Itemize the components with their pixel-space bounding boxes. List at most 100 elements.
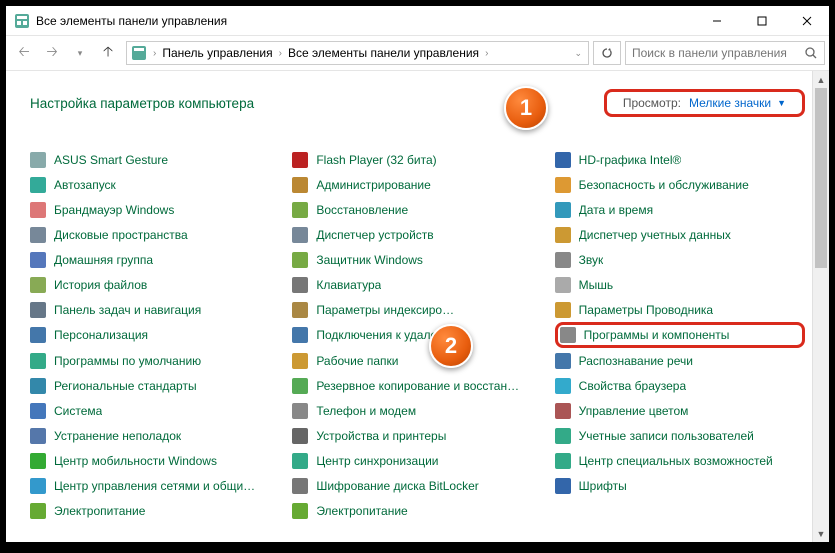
- cpl-item-icon: [30, 378, 46, 394]
- cpl-item[interactable]: Домашняя группа: [30, 247, 280, 272]
- cpl-item[interactable]: История файлов: [30, 272, 280, 297]
- cpl-item-label: Брандмауэр Windows: [54, 203, 174, 217]
- breadcrumb-current[interactable]: Все элементы панели управления: [284, 46, 483, 60]
- cpl-item-icon: [30, 453, 46, 469]
- cpl-item[interactable]: Восстановление: [292, 197, 542, 222]
- cpl-item[interactable]: Система: [30, 398, 280, 423]
- cpl-item-label: Домашняя группа: [54, 253, 153, 267]
- cpl-item-icon: [555, 252, 571, 268]
- cpl-item-icon: [292, 403, 308, 419]
- cpl-item-icon: [555, 202, 571, 218]
- search-icon[interactable]: [804, 46, 818, 60]
- address-bar[interactable]: › Панель управления › Все элементы панел…: [126, 41, 589, 65]
- cpl-item[interactable]: Дата и время: [555, 197, 805, 222]
- cpl-item[interactable]: Безопасность и обслуживание: [555, 172, 805, 197]
- cpl-item[interactable]: Автозапуск: [30, 172, 280, 197]
- address-dropdown-icon[interactable]: ⌄: [572, 48, 584, 59]
- cpl-item[interactable]: Управление цветом: [555, 398, 805, 423]
- crumb-sep-icon[interactable]: ›: [151, 48, 158, 59]
- cpl-item-icon: [292, 202, 308, 218]
- cpl-item[interactable]: Устранение неполадок: [30, 423, 280, 448]
- cpl-item[interactable]: HD-графика Intel®: [555, 147, 805, 172]
- minimize-button[interactable]: [694, 6, 739, 35]
- cpl-item[interactable]: Диспетчер учетных данных: [555, 222, 805, 247]
- cpl-item[interactable]: Свойства браузера: [555, 373, 805, 398]
- cpl-item-icon: [292, 327, 308, 343]
- cpl-item-icon: [30, 277, 46, 293]
- cpl-item-label: Центр управления сетями и общи…: [54, 479, 255, 493]
- up-button[interactable]: 🡡: [94, 39, 122, 67]
- cpl-item[interactable]: Резервное копирование и восстан…: [292, 373, 542, 398]
- cpl-item[interactable]: Программы и компоненты: [555, 322, 805, 348]
- cpl-item-icon: [555, 152, 571, 168]
- crumb-sep-icon[interactable]: ›: [483, 48, 490, 59]
- cpl-item-icon: [555, 277, 571, 293]
- refresh-button[interactable]: [593, 41, 621, 65]
- cpl-item-icon: [555, 177, 571, 193]
- chevron-down-icon: ▼: [777, 98, 786, 108]
- search-box[interactable]: [625, 41, 825, 65]
- cpl-item[interactable]: Рабочие папки: [292, 348, 542, 373]
- cpl-item[interactable]: Защитник Windows: [292, 247, 542, 272]
- cpl-item[interactable]: Центр мобильности Windows: [30, 448, 280, 473]
- cpl-item[interactable]: Региональные стандарты: [30, 373, 280, 398]
- forward-button[interactable]: 🡢: [38, 39, 66, 67]
- cpl-item[interactable]: Электропитание: [30, 498, 280, 523]
- cpl-item-icon: [30, 302, 46, 318]
- crumb-sep-icon[interactable]: ›: [277, 48, 284, 59]
- cpl-item-label: Распознавание речи: [579, 354, 693, 368]
- cpl-item[interactable]: Персонализация: [30, 322, 280, 347]
- cpl-item[interactable]: Программы по умолчанию: [30, 348, 280, 373]
- cpl-item[interactable]: Flash Player (32 бита): [292, 147, 542, 172]
- back-button[interactable]: 🡠: [10, 39, 38, 67]
- cpl-item[interactable]: Администрирование: [292, 172, 542, 197]
- cpl-item-label: Автозапуск: [54, 178, 116, 192]
- cpl-item-icon: [30, 202, 46, 218]
- cpl-item[interactable]: Центр управления сетями и общи…: [30, 473, 280, 498]
- cpl-item[interactable]: Подключения к удале…: [292, 322, 542, 347]
- cpl-item[interactable]: Учетные записи пользователей: [555, 423, 805, 448]
- close-button[interactable]: [784, 6, 829, 35]
- breadcrumb-root[interactable]: Панель управления: [158, 46, 276, 60]
- cpl-item-label: Панель задач и навигация: [54, 303, 201, 317]
- cpl-item[interactable]: Брандмауэр Windows: [30, 197, 280, 222]
- maximize-button[interactable]: [739, 6, 784, 35]
- cpl-item-label: Звук: [579, 253, 604, 267]
- cpl-item[interactable]: Параметры индексиро…: [292, 297, 542, 322]
- cpl-item-label: Электропитание: [54, 504, 145, 518]
- view-mode-button[interactable]: Просмотр: Мелкие значки ▼: [604, 89, 805, 117]
- scroll-up-button[interactable]: ▲: [813, 71, 829, 88]
- cpl-item-label: История файлов: [54, 278, 147, 292]
- cpl-item-label: Учетные записи пользователей: [579, 429, 754, 443]
- cpl-item[interactable]: Центр синхронизации: [292, 448, 542, 473]
- scroll-thumb[interactable]: [815, 88, 827, 268]
- cpl-item[interactable]: Шрифты: [555, 473, 805, 498]
- cpl-item[interactable]: Диспетчер устройств: [292, 222, 542, 247]
- cpl-item[interactable]: Мышь: [555, 272, 805, 297]
- control-panel-icon: [14, 13, 30, 29]
- cpl-item[interactable]: Шифрование диска BitLocker: [292, 473, 542, 498]
- cpl-item[interactable]: ASUS Smart Gesture: [30, 147, 280, 172]
- cpl-item[interactable]: Электропитание: [292, 498, 542, 523]
- recent-button[interactable]: ▾: [66, 39, 94, 67]
- cpl-item-label: Программы и компоненты: [584, 328, 730, 342]
- cpl-item[interactable]: Центр специальных возможностей: [555, 448, 805, 473]
- cpl-item[interactable]: Звук: [555, 247, 805, 272]
- cpl-item-icon: [30, 503, 46, 519]
- cpl-item[interactable]: Устройства и принтеры: [292, 423, 542, 448]
- cpl-item-icon: [555, 302, 571, 318]
- cpl-item[interactable]: Параметры Проводника: [555, 297, 805, 322]
- scroll-down-button[interactable]: ▼: [813, 525, 829, 542]
- cpl-item[interactable]: Дисковые пространства: [30, 222, 280, 247]
- cpl-item-label: Клавиатура: [316, 278, 381, 292]
- cpl-item-icon: [30, 353, 46, 369]
- cpl-item-label: Дисковые пространства: [54, 228, 188, 242]
- cpl-item-label: Дата и время: [579, 203, 653, 217]
- cpl-item[interactable]: Клавиатура: [292, 272, 542, 297]
- cpl-item[interactable]: Телефон и модем: [292, 398, 542, 423]
- cpl-item[interactable]: Распознавание речи: [555, 348, 805, 373]
- cpl-item-icon: [292, 177, 308, 193]
- scrollbar[interactable]: ▲ ▼: [812, 71, 829, 542]
- cpl-item[interactable]: Панель задач и навигация: [30, 297, 280, 322]
- search-input[interactable]: [632, 46, 804, 60]
